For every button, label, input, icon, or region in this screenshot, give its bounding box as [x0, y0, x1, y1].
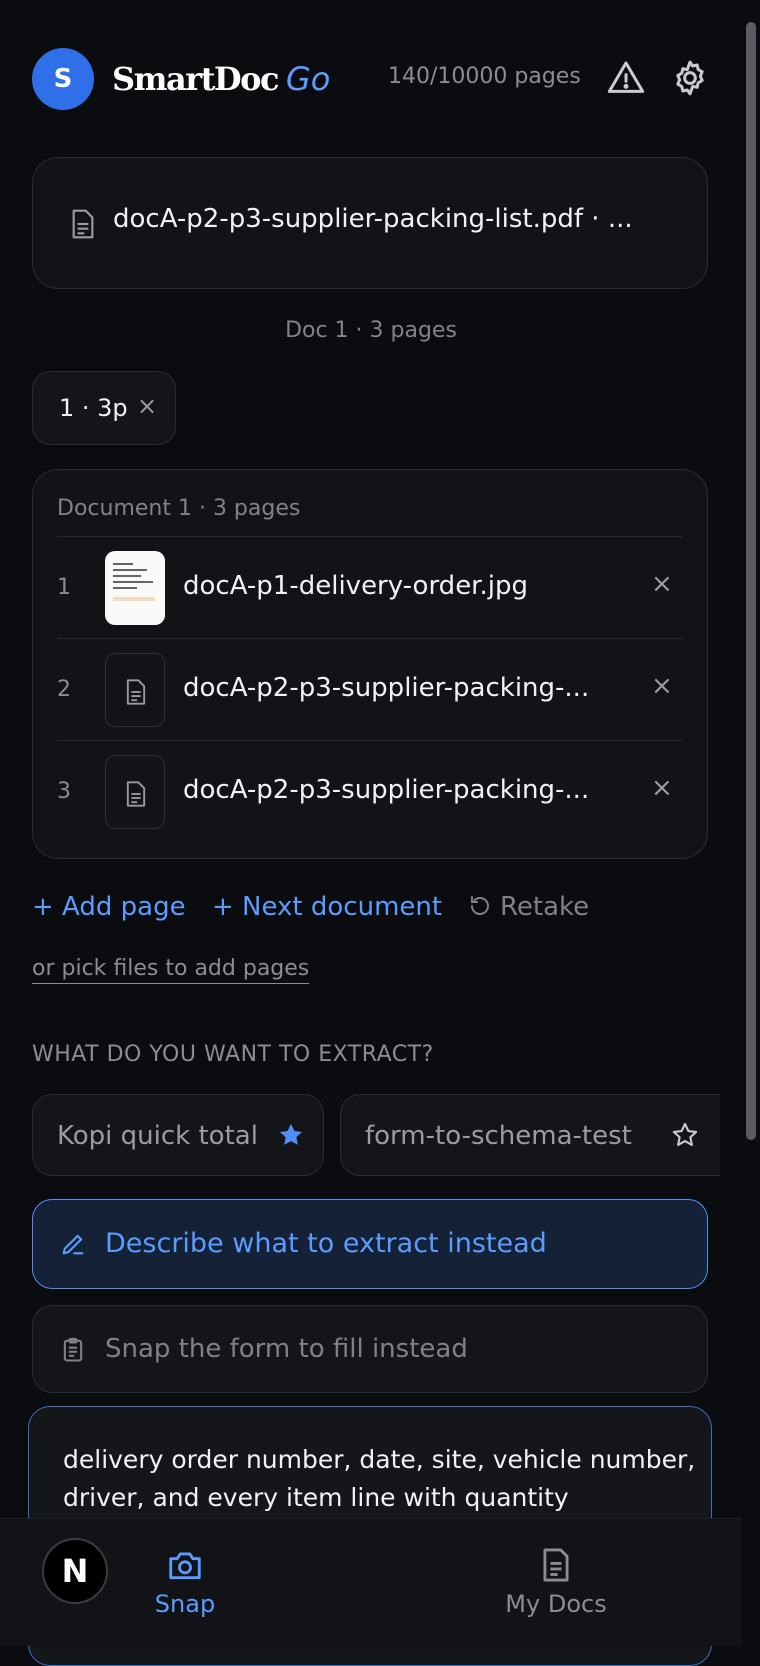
page-number: 1 [57, 575, 71, 600]
camera-icon [169, 1552, 201, 1580]
star-outline-icon[interactable] [671, 1121, 699, 1149]
star-filled-icon[interactable] [277, 1121, 305, 1149]
gear-icon[interactable] [670, 58, 710, 98]
page-file-name: docA-p2-p3-supplier-packing-... [183, 775, 590, 805]
avatar[interactable]: S [32, 48, 94, 110]
scrollbar[interactable] [742, 0, 760, 1645]
clipboard-icon [63, 1337, 83, 1362]
app-logo: SmartDoc Go [112, 60, 330, 98]
template-kopi-quick-total[interactable]: Kopi quick total [32, 1094, 324, 1176]
current-file-card[interactable]: docA-p2-p3-supplier-packing-list.pdf · .… [32, 157, 708, 289]
document-pages-card: Document 1 · 3 pages 1 docA-p1-delivery-… [32, 469, 708, 859]
document-icon [72, 209, 94, 239]
document-icon [126, 679, 146, 705]
close-icon[interactable]: × [651, 569, 673, 599]
tab-label: Snap [154, 1590, 216, 1618]
close-icon[interactable]: × [651, 773, 673, 803]
template-label: form-to-schema-test [365, 1121, 632, 1151]
template-label: Kopi quick total [57, 1121, 258, 1151]
retake-icon [471, 896, 489, 915]
close-icon[interactable]: × [651, 671, 673, 701]
document-header: Document 1 · 3 pages [57, 496, 301, 521]
n-badge[interactable]: N [42, 1538, 108, 1604]
doc-summary: Doc 1 · 3 pages [285, 318, 457, 343]
warning-icon[interactable] [606, 58, 646, 98]
page-row[interactable]: 3 docA-p2-p3-supplier-packing-... × [57, 740, 683, 843]
brand-main: SmartDoc [112, 60, 279, 98]
page-row[interactable]: 1 docA-p1-delivery-order.jpg × [57, 536, 683, 639]
extract-prompt-text: delivery order number, date, site, vehic… [63, 1445, 696, 1512]
bottom-nav [0, 1518, 742, 1646]
describe-extract-button[interactable]: Describe what to extract instead [32, 1199, 708, 1289]
page-thumbnail [105, 653, 165, 727]
page-file-name: docA-p2-p3-supplier-packing-... [183, 673, 590, 703]
close-icon[interactable]: × [137, 392, 157, 420]
page-number: 3 [57, 779, 71, 804]
snap-form-label: Snap the form to fill instead [105, 1334, 468, 1364]
template-form-to-schema-test[interactable]: form-to-schema-test [340, 1094, 720, 1176]
pick-files-link[interactable]: or pick files to add pages [32, 956, 310, 984]
document-chip[interactable]: 1 · 3p × [32, 371, 176, 445]
next-document-button[interactable]: + Next document [212, 892, 442, 922]
retake-label: Retake [500, 892, 590, 922]
scrollbar-thumb[interactable] [746, 22, 756, 1140]
describe-label: Describe what to extract instead [105, 1228, 547, 1259]
add-page-button[interactable]: + Add page [32, 892, 186, 922]
page-thumbnail [105, 755, 165, 829]
page-thumbnail [105, 551, 165, 625]
document-icon [543, 1548, 569, 1582]
chip-label: 1 · 3p [59, 394, 128, 422]
brand-accent: Go [285, 60, 331, 98]
tab-my-docs[interactable]: My Docs [496, 1546, 616, 1618]
document-icon [126, 781, 146, 807]
pencil-icon [62, 1234, 84, 1255]
page-file-name: docA-p1-delivery-order.jpg [183, 571, 528, 601]
tab-snap[interactable]: Snap [140, 1546, 230, 1618]
page-row[interactable]: 2 docA-p2-p3-supplier-packing-... × [57, 638, 683, 741]
current-file-name: docA-p2-p3-supplier-packing-list.pdf · .… [113, 204, 633, 234]
page-number: 2 [57, 677, 71, 702]
extract-section-title: WHAT DO YOU WANT TO EXTRACT? [32, 1042, 434, 1067]
retake-button[interactable]: Retake [468, 892, 589, 922]
tab-label: My Docs [505, 1590, 607, 1618]
snap-form-button[interactable]: Snap the form to fill instead [32, 1305, 708, 1393]
page-quota: 140/10000 pages [388, 64, 581, 89]
